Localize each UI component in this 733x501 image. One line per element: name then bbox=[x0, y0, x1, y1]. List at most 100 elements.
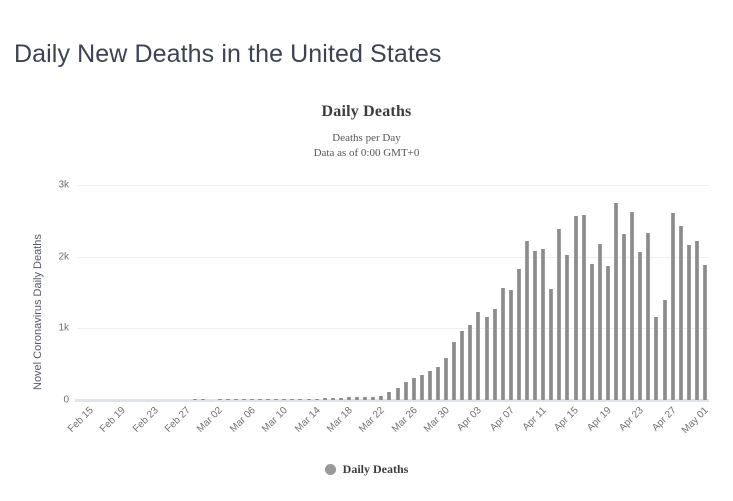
x-axis-tick-label: Apr 07 bbox=[487, 405, 517, 434]
bar[interactable] bbox=[597, 244, 602, 400]
bar[interactable] bbox=[419, 374, 424, 400]
bar[interactable] bbox=[549, 289, 554, 400]
x-axis-tick-label: Apr 03 bbox=[455, 405, 485, 434]
bar[interactable] bbox=[622, 234, 627, 400]
y-axis-tick-label: 3k bbox=[58, 179, 69, 191]
bar[interactable] bbox=[395, 388, 400, 400]
bar[interactable] bbox=[347, 397, 351, 400]
bar[interactable] bbox=[702, 264, 707, 400]
plot-area: 0 1k 2k 3k bbox=[58, 180, 709, 406]
bar[interactable] bbox=[573, 215, 578, 400]
bar[interactable] bbox=[233, 399, 238, 400]
bar[interactable] bbox=[379, 395, 384, 400]
bar[interactable] bbox=[613, 202, 618, 400]
x-axis-tick-label: Mar 18 bbox=[324, 405, 355, 435]
bar[interactable] bbox=[330, 398, 335, 400]
bar[interactable] bbox=[516, 269, 521, 400]
bar[interactable] bbox=[646, 232, 651, 400]
bar[interactable] bbox=[282, 399, 287, 400]
y-axis-title: Novel Coronavirus Daily Deaths bbox=[32, 234, 44, 390]
bar[interactable] bbox=[468, 324, 473, 400]
x-axis-tick-label: Feb 23 bbox=[130, 405, 161, 435]
x-axis-tick-label: Apr 23 bbox=[617, 405, 646, 434]
bar[interactable] bbox=[444, 358, 449, 400]
bar[interactable] bbox=[363, 396, 368, 400]
bar[interactable] bbox=[387, 391, 392, 400]
chart-subtitle-line-1: Deaths per Day bbox=[332, 132, 401, 144]
bar[interactable] bbox=[638, 251, 643, 400]
page-title: Daily New Deaths in the United States bbox=[14, 40, 442, 68]
chart-legend[interactable]: Daily Deaths bbox=[0, 462, 733, 477]
bar[interactable] bbox=[670, 212, 675, 400]
bar[interactable] bbox=[524, 240, 529, 400]
x-axis-ticks: Feb 15 Feb 19 Feb 23 Feb 27 Mar 02 Mar 06 Mar … bbox=[66, 405, 711, 465]
x-axis-tick-label: Mar 14 bbox=[292, 405, 323, 435]
x-axis-tick-label: Apr 11 bbox=[520, 405, 549, 434]
bar[interactable] bbox=[225, 399, 230, 400]
bar[interactable] bbox=[355, 396, 360, 400]
bar[interactable] bbox=[630, 211, 635, 400]
bar[interactable] bbox=[541, 248, 546, 400]
x-axis-tick-label: Apr 27 bbox=[649, 405, 679, 434]
page-root: Daily New Deaths in the United States Da… bbox=[0, 0, 733, 501]
x-axis-tick-label: Mar 06 bbox=[227, 405, 258, 435]
chart-subtitle: Deaths per Day Data as of 0:00 GMT+0 bbox=[0, 131, 733, 161]
bar[interactable] bbox=[427, 371, 432, 400]
x-axis-tick-label: Mar 22 bbox=[357, 405, 388, 435]
circle-icon bbox=[324, 464, 336, 475]
bar[interactable] bbox=[241, 399, 246, 400]
bar[interactable] bbox=[686, 244, 691, 400]
bar[interactable] bbox=[654, 317, 659, 400]
bar[interactable] bbox=[533, 251, 538, 400]
bar-series bbox=[78, 185, 709, 400]
bar[interactable] bbox=[249, 399, 254, 400]
bar[interactable] bbox=[266, 399, 271, 400]
bar[interactable] bbox=[484, 316, 489, 400]
x-axis-tick-label: Feb 19 bbox=[98, 405, 129, 435]
x-axis-tick-label: Mar 02 bbox=[195, 405, 226, 435]
bar[interactable] bbox=[557, 228, 562, 400]
bar[interactable] bbox=[565, 254, 570, 400]
y-axis-tick-label: 0 bbox=[63, 394, 69, 406]
bar[interactable] bbox=[201, 399, 206, 400]
x-axis-tick-label: Mar 30 bbox=[421, 405, 452, 435]
x-axis-tick-label: Feb 15 bbox=[66, 405, 96, 435]
x-axis-tick-label: Mar 10 bbox=[260, 405, 290, 435]
legend-item-label: Daily Deaths bbox=[342, 462, 409, 476]
x-axis-tick-label: May 01 bbox=[679, 405, 711, 436]
bar[interactable] bbox=[217, 399, 222, 400]
bar[interactable] bbox=[371, 396, 376, 400]
bar[interactable] bbox=[193, 399, 198, 400]
bar[interactable] bbox=[605, 265, 610, 400]
bar[interactable] bbox=[589, 264, 594, 400]
bar[interactable] bbox=[306, 399, 311, 400]
bar[interactable] bbox=[290, 399, 295, 400]
chart-title: Daily Deaths bbox=[321, 103, 412, 120]
bar[interactable] bbox=[314, 399, 319, 400]
bar[interactable] bbox=[476, 311, 481, 400]
bar[interactable] bbox=[492, 309, 497, 400]
bar[interactable] bbox=[508, 290, 513, 400]
bar[interactable] bbox=[274, 399, 279, 400]
bar[interactable] bbox=[435, 366, 440, 400]
x-axis-tick-label: Apr 15 bbox=[552, 405, 582, 434]
bar[interactable] bbox=[662, 299, 667, 400]
bar[interactable] bbox=[403, 382, 408, 400]
bar[interactable] bbox=[678, 225, 683, 400]
bar[interactable] bbox=[500, 288, 505, 400]
chart-container: Daily Deaths Deaths per Day Data as of 0… bbox=[0, 100, 733, 500]
y-axis-tick-label: 1k bbox=[58, 322, 69, 334]
bar[interactable] bbox=[581, 214, 586, 400]
bar[interactable] bbox=[411, 378, 416, 400]
bar[interactable] bbox=[258, 399, 263, 400]
bar[interactable] bbox=[452, 341, 457, 400]
y-axis-tick-label: 2k bbox=[58, 251, 69, 263]
bar[interactable] bbox=[694, 240, 699, 400]
bar[interactable] bbox=[338, 397, 343, 400]
bar[interactable] bbox=[322, 398, 327, 400]
bar[interactable] bbox=[298, 399, 303, 400]
x-axis-tick-label: Mar 26 bbox=[389, 405, 420, 435]
chart-subtitle-line-2: Data as of 0:00 GMT+0 bbox=[313, 147, 420, 159]
bar[interactable] bbox=[460, 331, 465, 400]
x-axis-tick-label: Apr 19 bbox=[584, 405, 614, 434]
